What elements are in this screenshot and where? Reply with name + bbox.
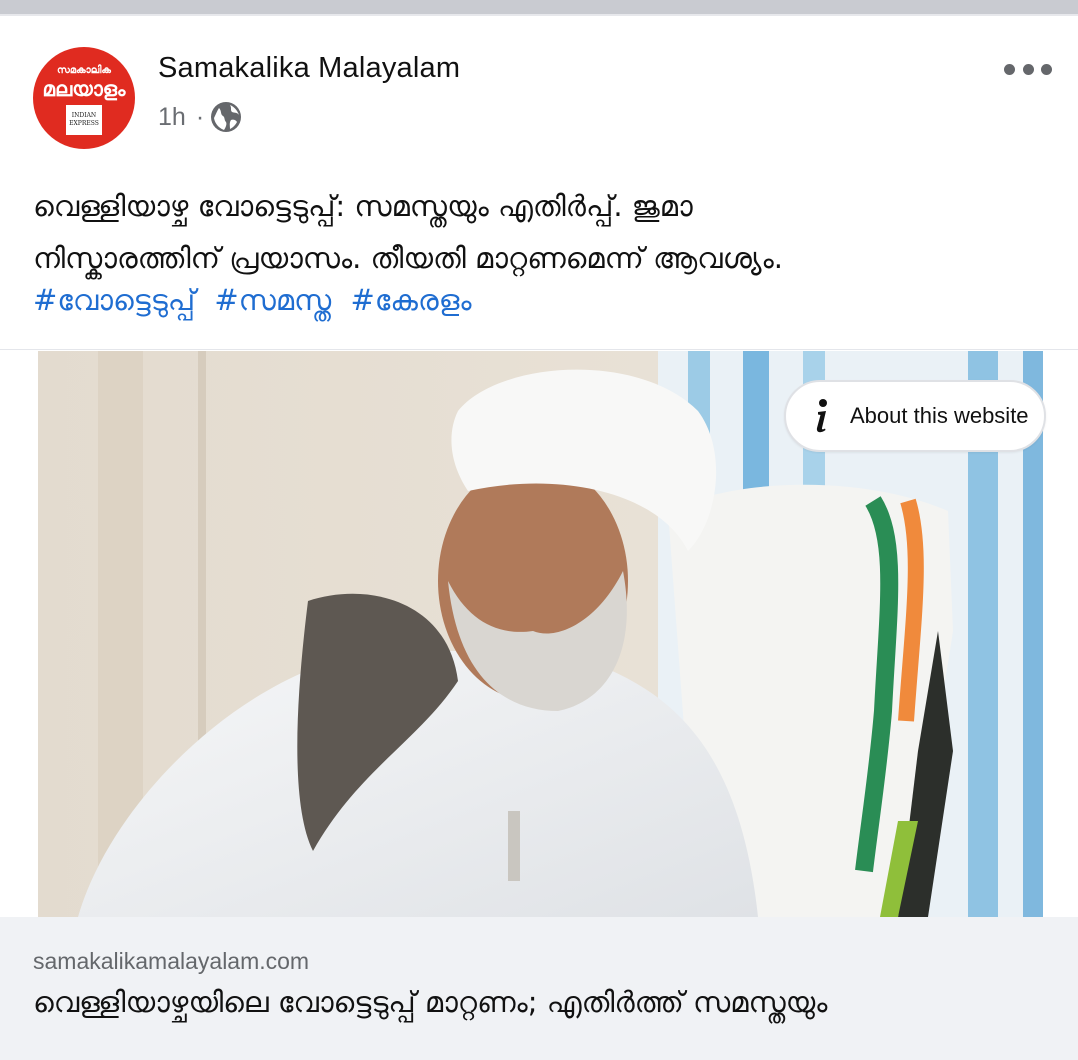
meta-separator: · xyxy=(195,102,205,131)
post-header xyxy=(0,16,1078,166)
more-options-button[interactable] xyxy=(1004,60,1052,78)
about-this-website-button[interactable]: About this website xyxy=(784,380,1046,452)
page-name[interactable]: Samakalika Malayalam xyxy=(158,52,460,85)
avatar-logo-line-1: INDIAN xyxy=(71,112,97,119)
top-bar xyxy=(0,0,1078,14)
avatar-logo-main: മലയാളം xyxy=(42,77,126,101)
more-dot xyxy=(1022,63,1034,75)
post-text-line-1: വെള്ളിയാഴ്ച വോട്ടെടുപ്പ്: സമസ്തയും എതിർപ… xyxy=(33,189,693,223)
link-domain: samakalikamalayalam.com xyxy=(33,948,310,974)
hashtag-link[interactable]: #സമസ്ത xyxy=(214,283,331,317)
post-time[interactable]: 1h xyxy=(158,103,186,132)
bottom-divider xyxy=(0,1052,1078,1060)
more-dot xyxy=(1004,63,1015,75)
link-title[interactable]: വെള്ളിയാഴ്ചയിലെ വോട്ടെടുപ്പ് മാറ്റണം; എത… xyxy=(33,985,827,1020)
avatar-logo-line-2: EXPRESS xyxy=(69,120,99,127)
globe-icon xyxy=(210,101,242,133)
avatar-logo-box: INDIAN EXPRESS xyxy=(66,105,102,135)
about-this-website-label: About this website xyxy=(850,403,1029,428)
info-icon xyxy=(812,398,832,434)
post-text: വെള്ളിയാഴ്ച വോട്ടെടുപ്പ്: സമസ്തയും എതിർപ… xyxy=(33,180,1053,284)
post-meta: 1h · xyxy=(158,101,242,133)
post-text-line-2: നിസ്കാരത്തിന് പ്രയാസം. തീയതി മാറ്റണമെന്ന… xyxy=(33,241,783,275)
avatar-logo-top: സമകാലിക xyxy=(57,65,111,76)
content-divider xyxy=(0,349,1078,350)
hashtags: #വോട്ടെടുപ്പ് #സമസ്ത #കേരളം xyxy=(33,283,482,318)
page-avatar[interactable]: സമകാലിക മലയാളം INDIAN EXPRESS xyxy=(33,47,135,149)
hashtag-link[interactable]: #വോട്ടെടുപ്പ് xyxy=(33,283,195,317)
more-dot xyxy=(1041,63,1052,75)
hashtag-link[interactable]: #കേരളം xyxy=(350,283,471,317)
